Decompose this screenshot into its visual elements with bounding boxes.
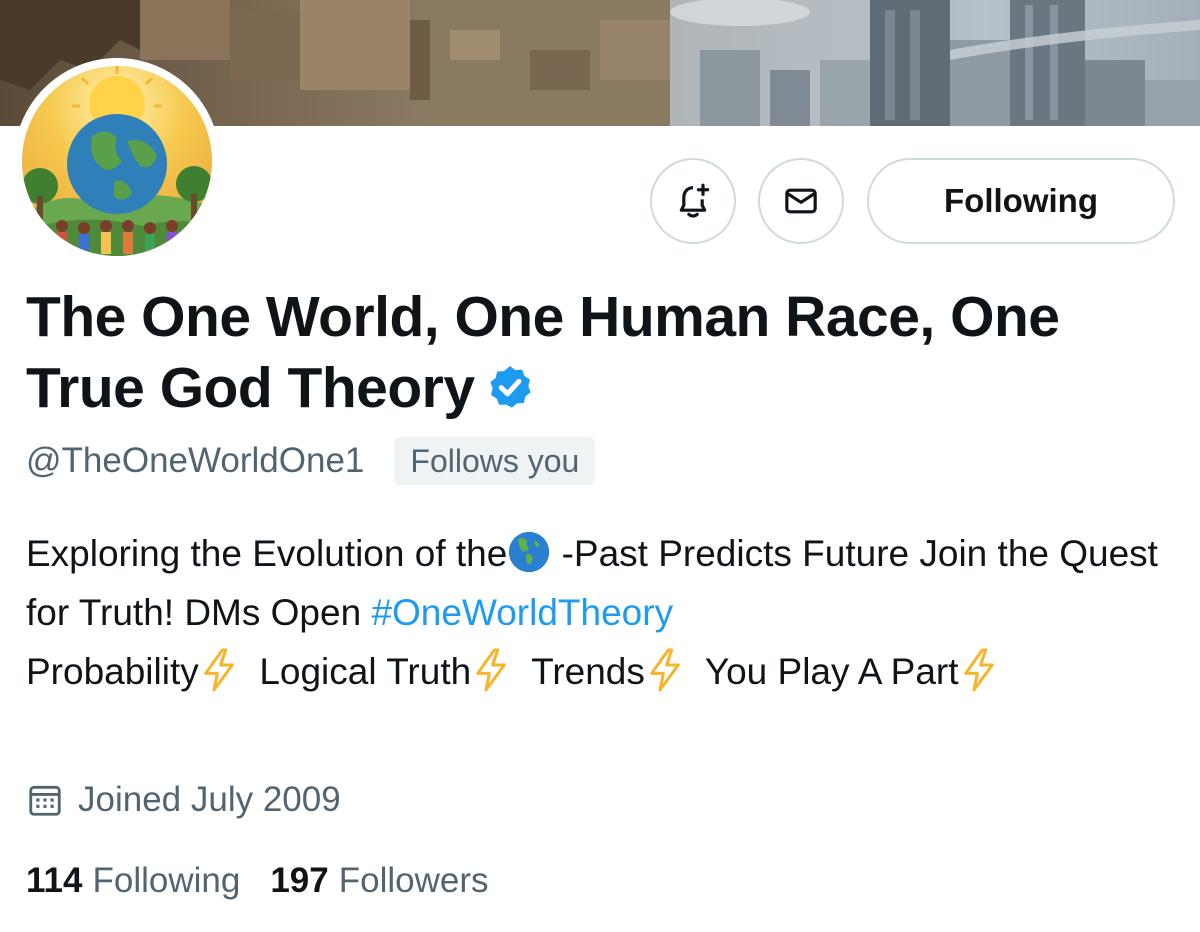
handle-row: @TheOneWorldOne1 Follows you	[26, 436, 596, 486]
profile-page: Following The One World, One Human Race,…	[0, 0, 1200, 932]
following-button[interactable]: Following	[867, 158, 1175, 244]
follows-you-badge: Follows you	[394, 437, 596, 485]
followers-label: Followers	[338, 861, 489, 900]
bio-text: Probability	[26, 651, 199, 692]
hashtag-link[interactable]: #OneWorldTheory	[371, 592, 673, 633]
bell-plus-icon	[679, 183, 710, 218]
lightning-emoji	[203, 648, 234, 692]
followers-count: 197	[270, 861, 329, 900]
bio-text: Trends	[531, 651, 645, 692]
calendar-icon	[29, 785, 61, 816]
bio-text: Logical Truth	[259, 651, 472, 692]
message-button[interactable]	[758, 158, 844, 244]
following-count: 114	[26, 861, 83, 900]
joined-text: Joined July 2009	[78, 780, 341, 819]
envelope-icon	[785, 188, 817, 214]
lightning-emoji	[476, 648, 507, 692]
lightning-emoji	[650, 648, 680, 692]
profile-bio: Exploring the Evolution of the -Past Pre…	[26, 524, 1186, 701]
lightning-emoji	[963, 648, 994, 692]
following-label: Following	[92, 861, 241, 900]
avatar-image	[22, 66, 212, 256]
globe-americas-emoji	[509, 531, 550, 573]
notify-button[interactable]	[650, 158, 736, 244]
bio-text: Exploring the Evolution of the	[26, 533, 508, 574]
follow-stats: 114 Following 197 Followers	[26, 856, 489, 906]
profile-handle: @TheOneWorldOne1	[26, 441, 365, 480]
verified-badge-icon[interactable]	[485, 363, 535, 413]
bio-text: You Play A Part	[704, 651, 959, 692]
followers-link[interactable]: 197 Followers	[270, 861, 488, 901]
following-link[interactable]: 114 Following	[26, 861, 240, 901]
joined-date: Joined July 2009	[26, 775, 341, 825]
profile-display-name: The One World, One Human Race, One True …	[26, 282, 1186, 424]
profile-avatar[interactable]	[14, 58, 220, 264]
display-name-text: The One World, One Human Race, One True …	[26, 285, 1060, 420]
